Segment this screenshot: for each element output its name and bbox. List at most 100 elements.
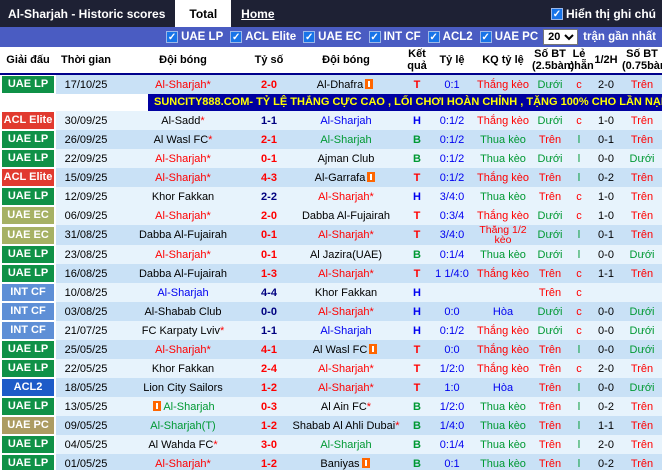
league-filter-uae-pc[interactable]: ✓ UAE PC [479, 31, 538, 43]
show-notes-toggle[interactable]: ✓ Hiển thị ghi chú [551, 0, 662, 27]
checkbox-checked-icon[interactable]: ✓ [551, 7, 563, 20]
match-row[interactable]: UAE LP 17/10/25 Al-Sharjah* 2-0 Al-Dhafra T 0:… [0, 74, 662, 94]
handicap-result: Thua kèo [474, 245, 532, 264]
away-team: Baniyas [288, 454, 404, 470]
team-name: Al-Shabab Club [144, 305, 222, 318]
checkbox-checked-icon[interactable]: ✓ [427, 31, 440, 43]
page-title: Al-Sharjah - Historic scores [8, 6, 166, 21]
match-row[interactable]: UAE LP 16/08/25 Dabba Al-Fujairah 1-3 Al-Sha… [0, 264, 662, 283]
match-row[interactable]: UAE LP 04/05/25 Al Wahda FC* 3-0 Al-Sharjah B… [0, 435, 662, 454]
match-row[interactable]: INT CF 21/07/25 FC Karpaty Lviv* 1-1 Al-Shar… [0, 321, 662, 340]
match-row[interactable]: ACL Elite 15/09/25 Al-Sharjah* 4-3 Al-Garraf… [0, 168, 662, 187]
result: B [404, 435, 430, 454]
league-badge: UAE LP [2, 436, 54, 453]
match-row[interactable]: UAE LP 12/09/25 Khor Fakkan 2-2 Al-Sharjah* H… [0, 187, 662, 206]
note-icon [153, 400, 162, 411]
match-row[interactable]: UAE LP 26/09/25 Al Wasl FC* 2-1 Al-Sharjah B 0… [0, 130, 662, 149]
over-under-2-5: Trên [532, 454, 568, 470]
league-badge: UAE PC [2, 417, 54, 434]
first-half-score: 0-2 [590, 454, 622, 470]
checkbox-checked-icon[interactable]: ✓ [303, 31, 316, 43]
home-team: FC Karpaty Lviv* [116, 321, 250, 340]
match-row[interactable]: UAE LP 25/05/25 Al-Sharjah* 4-1 Al Wasl FC T 0… [0, 340, 662, 359]
team-name: Al Jazira(UAE) [309, 248, 383, 261]
match-row[interactable]: ACL Elite 30/09/25 Al-Sadd* 1-1 Al-Sharjah H 0… [0, 111, 662, 130]
away-team: Al-Sharjah* [288, 378, 404, 397]
column-header: Đội bóng [288, 47, 404, 75]
league-badge: UAE EC [2, 226, 54, 244]
tab-home[interactable]: Home [231, 0, 284, 27]
over-under-2-5: Dưới [532, 111, 568, 130]
match-date: 03/08/25 [56, 302, 116, 321]
score: 1-2 [250, 416, 288, 435]
first-half-score: 2-0 [590, 74, 622, 94]
match-row[interactable]: UAE EC 31/08/25 Dabba Al-Fujairah 0-1 Al-Sha… [0, 225, 662, 245]
match-row[interactable]: UAE LP 13/05/25 Al-Sharjah 0-3 Al Ain FC* B 1/… [0, 397, 662, 416]
handicap-odds: 1/2:0 [430, 397, 474, 416]
team-name: Al-Sharjah [320, 324, 372, 337]
match-row[interactable]: INT CF 03/08/25 Al-Shabab Club 0-0 Al-Sharja… [0, 302, 662, 321]
handicap-result: Thắng kèo [474, 340, 532, 359]
league-filter-label: UAE LP [181, 31, 224, 43]
checkbox-checked-icon[interactable]: ✓ [479, 31, 492, 43]
away-team: Shabab Al Ahli Dubai* [288, 416, 404, 435]
result: B [404, 454, 430, 470]
home-team: Al-Sharjah [116, 283, 250, 302]
match-row[interactable]: ACL2 18/05/25 Lion City Sailors 1-2 Al-Sharj… [0, 378, 662, 397]
checkbox-checked-icon[interactable]: ✓ [166, 31, 179, 43]
titlebar-spacer [285, 0, 551, 27]
league-filter-acl-elite[interactable]: ✓ ACL Elite [230, 31, 296, 43]
handicap-result: Thua kèo [474, 130, 532, 149]
score: 2-1 [250, 130, 288, 149]
match-row[interactable]: UAE LP 23/08/25 Al-Sharjah* 0-1 Al Jazira(UA… [0, 245, 662, 264]
recent-count-label: trận gần nhất [583, 31, 656, 43]
score: 4-1 [250, 340, 288, 359]
ad-banner-link[interactable]: SUNCITY888.COM- TỶ LỆ THẮNG CỰC CAO , LỐ… [148, 94, 662, 111]
result: B [404, 245, 430, 264]
match-date: 22/05/25 [56, 359, 116, 378]
odd-even: c [568, 302, 590, 321]
over-under-2-5: Trên [532, 340, 568, 359]
match-date: 18/05/25 [56, 378, 116, 397]
team-name: Al-Sharjah [155, 171, 207, 184]
over-under-2-5: Trên [532, 187, 568, 206]
odd-even: l [568, 168, 590, 187]
checkbox-checked-icon[interactable]: ✓ [230, 31, 243, 43]
first-half-score: 0-0 [590, 340, 622, 359]
league-cell: UAE LP [0, 187, 56, 206]
league-cell: INT CF [0, 302, 56, 321]
match-row[interactable]: INT CF 10/08/25 Al-Sharjah 4-4 Khor Fakkan H T… [0, 283, 662, 302]
team-name: Lion City Sailors [143, 381, 223, 394]
team-name: Al-Dhafra [316, 78, 364, 91]
league-filter-int-cf[interactable]: ✓ INT CF [368, 31, 421, 43]
handicap-result: Hòa [474, 302, 532, 321]
odd-even: l [568, 416, 590, 435]
tab-total[interactable]: Total [175, 0, 232, 27]
historic-scores-table: Giải đấu Thời gian Đội bóng Tỷ số Đội bóng Kế… [0, 47, 662, 470]
match-row[interactable]: UAE LP 01/05/25 Al-Sharjah* 1-2 Baniyas B 0:1 T… [0, 454, 662, 470]
score: 0-3 [250, 397, 288, 416]
league-cell: UAE LP [0, 74, 56, 94]
away-team: Al-Sharjah [288, 321, 404, 340]
league-filter-acl2[interactable]: ✓ ACL2 [427, 31, 473, 43]
league-filter-uae-ec[interactable]: ✓ UAE EC [303, 31, 362, 43]
star-marker: * [369, 305, 374, 318]
result: B [404, 149, 430, 168]
star-marker: * [369, 267, 374, 280]
home-team: Al-Sharjah* [116, 454, 250, 470]
league-cell: UAE LP [0, 359, 56, 378]
league-cell: INT CF [0, 321, 56, 340]
column-header: Số BT (0.75bàn) [622, 47, 662, 75]
match-date: 21/07/25 [56, 321, 116, 340]
match-date: 30/09/25 [56, 111, 116, 130]
match-row[interactable]: UAE LP 22/05/25 Khor Fakkan 2-4 Al-Sharjah* T… [0, 359, 662, 378]
match-row[interactable]: UAE LP 22/09/25 Al-Sharjah* 0-1 Ajman Club B 0… [0, 149, 662, 168]
match-row[interactable]: UAE PC 09/05/25 Al-Sharjah(T) 1-2 Shabab Al … [0, 416, 662, 435]
odd-even: l [568, 378, 590, 397]
checkbox-checked-icon[interactable]: ✓ [368, 31, 381, 43]
league-badge: ACL Elite [2, 169, 54, 186]
recent-count-select[interactable]: 20 [543, 29, 579, 45]
league-filter-uae-lp[interactable]: ✓ UAE LP [166, 31, 223, 43]
over-under-0-75: Trên [622, 111, 662, 130]
match-row[interactable]: UAE EC 06/09/25 Al-Sharjah* 2-0 Dabba Al-Fuj… [0, 206, 662, 225]
